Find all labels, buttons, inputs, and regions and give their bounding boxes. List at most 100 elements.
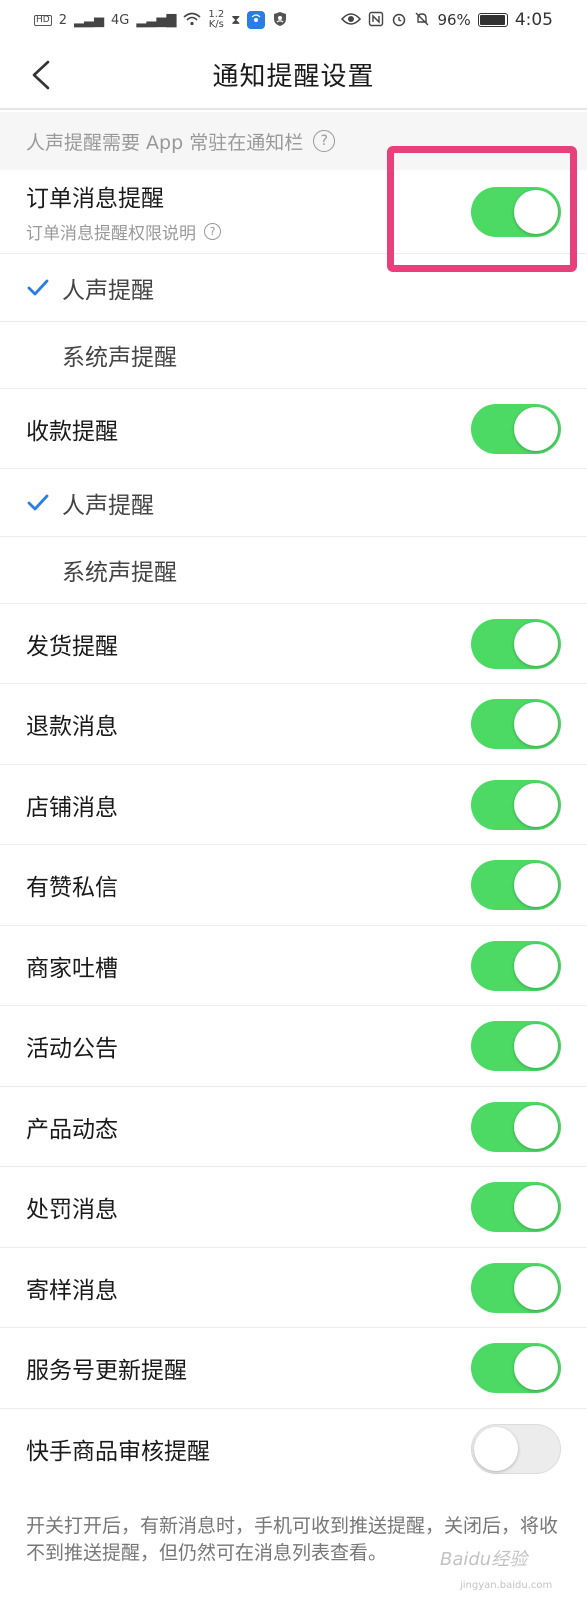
check-icon (26, 491, 50, 515)
toggle-row-label: 店铺消息 (26, 794, 118, 821)
option-label: 人声提醒 (62, 277, 154, 304)
toggle-row: 产品动态 (0, 1087, 587, 1167)
toggle-knob (514, 189, 558, 234)
option-label: 系统声提醒 (62, 345, 177, 371)
payment-notify-toggle-wrap (471, 403, 561, 454)
status-right: 96% 4:05 (341, 10, 553, 30)
clock: 4:05 (514, 10, 553, 30)
battery-icon (477, 13, 508, 27)
penalty-notify-toggle[interactable] (471, 1182, 561, 1232)
kuaishou-review-toggle[interactable] (471, 1424, 561, 1474)
toggle-knob (474, 1427, 518, 1471)
back-button[interactable] (24, 58, 58, 92)
event-announcement-toggle[interactable] (471, 1021, 561, 1071)
watermark: Baidu经验 (440, 1549, 528, 1570)
store-notify-toggle[interactable] (471, 779, 561, 830)
toggle-row: 服务号更新提醒 (0, 1328, 587, 1409)
battery-percent: 96% (437, 11, 471, 29)
toggle-row-label: 活动公告 (26, 1036, 118, 1062)
toggle-row-label: 处罚消息 (26, 1197, 118, 1223)
net-speed: 1.2 K/s (208, 10, 224, 30)
toggle-row: 退款消息 (0, 684, 587, 765)
toggle-row-label: 退款消息 (26, 714, 118, 740)
toggle-row-label: 有赞私信 (26, 875, 118, 901)
network-type: 4G (110, 12, 130, 28)
watermark-sub: jingyan.baidu.com (460, 1580, 553, 1591)
order-notify-permission[interactable]: 订单消息提醒权限说明 ? (26, 219, 221, 244)
service-account-toggle[interactable] (471, 1343, 561, 1393)
payment-notify-label: 收款提醒 (26, 418, 118, 445)
signal-icon: ▂▃▅ (73, 12, 104, 28)
toggle-wrap (471, 860, 561, 910)
order-notify-permission-text: 订单消息提醒权限说明 (26, 224, 196, 244)
merchant-feedback-toggle[interactable] (471, 940, 561, 991)
toggle-row: 寄样消息 (0, 1248, 587, 1328)
status-bar: HD 2 ▂▃▅ 4G ▂▃▅▇ 1.2 K/s ⧗ 96% 4:05 (0, 0, 587, 40)
help-icon[interactable]: ? (204, 223, 221, 240)
order-notify-toggle-wrap (471, 186, 561, 237)
private-message-toggle[interactable] (471, 860, 561, 910)
status-left: HD 2 ▂▃▅ 4G ▂▃▅▇ 1.2 K/s ⧗ (34, 10, 288, 30)
toggle-knob (514, 1185, 558, 1229)
toggle-row-label: 快手商品审核提醒 (26, 1439, 210, 1465)
order-notify-label: 订单消息提醒 (26, 186, 164, 212)
refund-notify-toggle[interactable] (471, 699, 561, 749)
app-notification-icon (247, 11, 266, 29)
toggle-row-label: 商家吐槽 (26, 955, 118, 982)
shield-user-icon (272, 11, 288, 30)
check-icon (26, 276, 50, 300)
payment-option-voice[interactable]: 人声提醒 (0, 469, 587, 537)
toggle-row: 活动公告 (0, 1006, 587, 1087)
toggle-row-label: 发货提醒 (26, 633, 118, 660)
toggle-wrap (471, 1182, 561, 1232)
help-icon[interactable]: ? (313, 130, 336, 152)
shipping-notify-toggle[interactable] (471, 618, 561, 669)
order-option-system[interactable]: 系统声提醒 (0, 322, 587, 389)
chevron-left-icon (32, 60, 50, 90)
toggle-wrap (471, 1424, 561, 1474)
toggle-row: 店铺消息 (0, 765, 587, 845)
eye-icon (341, 12, 362, 29)
toggle-knob (514, 406, 558, 451)
toggle-knob (514, 1024, 558, 1068)
toggle-row: 有赞私信 (0, 845, 587, 926)
toggle-row: 商家吐槽 (0, 926, 587, 1006)
net-speed-unit: K/s (208, 19, 224, 30)
toggle-wrap (471, 1021, 561, 1071)
toggle-knob (514, 782, 558, 827)
toggle-row: 快手商品审核提醒 (0, 1409, 587, 1489)
product-updates-toggle[interactable] (471, 1101, 561, 1152)
toggle-row: 处罚消息 (0, 1167, 587, 1248)
hd-badge: HD (34, 14, 52, 26)
toggle-knob (514, 943, 558, 988)
order-notify-row: 订单消息提醒 订单消息提醒权限说明 ? (0, 170, 587, 254)
toggle-row-label: 寄样消息 (26, 1277, 118, 1304)
alarm-icon (391, 11, 407, 30)
order-notify-text: 订单消息提醒 订单消息提醒权限说明 ? (26, 179, 221, 244)
voice-hint-text: 人声提醒需要 App 常驻在通知栏 (26, 131, 304, 154)
toggle-wrap (471, 1262, 561, 1313)
check-slot (26, 558, 50, 582)
order-notify-toggle[interactable] (471, 186, 561, 237)
toggle-wrap (471, 940, 561, 991)
signal-icon-2: ▂▃▅▇ (136, 12, 177, 28)
wifi-icon (183, 12, 201, 29)
sample-notify-toggle[interactable] (471, 1262, 561, 1313)
toggle-knob (514, 1265, 558, 1310)
toggle-wrap (471, 779, 561, 830)
toggle-knob (514, 863, 558, 907)
toggle-knob (514, 1346, 558, 1390)
toggle-row-label: 服务号更新提醒 (26, 1358, 187, 1384)
order-option-voice[interactable]: 人声提醒 (0, 254, 587, 322)
toggle-row-label: 产品动态 (26, 1116, 118, 1143)
nfc-icon (368, 11, 384, 30)
payment-notify-toggle[interactable] (471, 403, 561, 454)
option-label: 人声提醒 (62, 492, 154, 519)
sim-indicator: 2 (58, 12, 67, 28)
payment-option-system[interactable]: 系统声提醒 (0, 537, 587, 604)
battery-fill (479, 15, 505, 25)
toggle-knob (514, 702, 558, 746)
option-label: 系统声提醒 (62, 560, 177, 586)
check-slot (26, 343, 50, 367)
mute-bell-icon (414, 11, 430, 30)
